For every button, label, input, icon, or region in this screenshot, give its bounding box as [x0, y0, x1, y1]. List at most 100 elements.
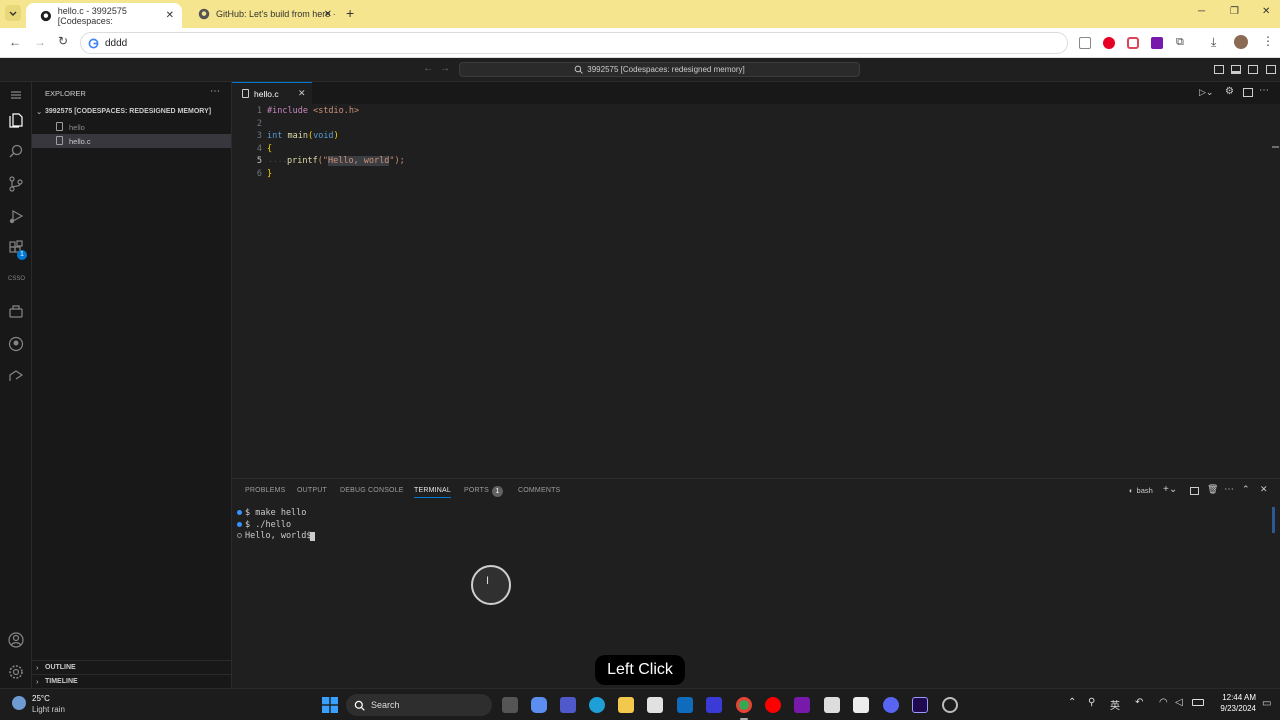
- toggle-panel-icon[interactable]: [1231, 65, 1241, 74]
- tab-search-button[interactable]: [5, 5, 21, 21]
- preprocessor-keyword: #include: [267, 106, 308, 116]
- copilot-icon[interactable]: [531, 697, 547, 713]
- window-close-button[interactable]: ✕: [1262, 6, 1270, 17]
- toggle-secondary-sidebar-icon[interactable]: [1248, 65, 1258, 74]
- extension-icon[interactable]: [1079, 37, 1091, 49]
- edge-icon[interactable]: [589, 697, 605, 713]
- discord-icon[interactable]: [883, 697, 899, 713]
- notification-icon[interactable]: ▭: [1262, 698, 1271, 709]
- workspace-root[interactable]: ⌄ 3992575 [CODESPACES: REDESIGNED MEMORY…: [32, 105, 231, 119]
- close-icon[interactable]: ✕: [324, 9, 332, 20]
- more-actions-icon[interactable]: ⋯: [1224, 484, 1234, 495]
- extensions-puzzle-icon[interactable]: ⧉: [1176, 36, 1184, 49]
- chrome-icon[interactable]: [736, 697, 752, 713]
- minimize-button[interactable]: ─: [1198, 6, 1205, 17]
- new-terminal-button[interactable]: +⌄: [1163, 484, 1177, 495]
- close-icon[interactable]: ✕: [298, 88, 306, 99]
- code-editor[interactable]: 1 2 3 4 5 6 #include <stdio.h> int main(…: [232, 104, 1280, 478]
- avatar[interactable]: [1234, 35, 1248, 49]
- settings-gear-icon[interactable]: [7, 663, 25, 681]
- browser-tab-github[interactable]: GitHub: Let's build from here · ✕: [184, 3, 340, 25]
- split-terminal-icon[interactable]: [1190, 487, 1199, 495]
- browser-tab-codespace[interactable]: hello.c - 3992575 [Codespaces: ✕: [26, 3, 182, 28]
- onenote-icon[interactable]: [1151, 37, 1163, 49]
- more-actions-icon[interactable]: ⋯: [1259, 85, 1269, 96]
- accounts-icon[interactable]: [7, 631, 25, 649]
- trash-icon[interactable]: 🗑: [1207, 484, 1218, 495]
- app-icon[interactable]: [942, 697, 958, 713]
- windows-taskbar: 25°C Light rain Search ⌃ ⚲ 英 ↶ ◠ ◁ 12:44…: [0, 688, 1280, 720]
- outline-section[interactable]: › OUTLINE: [32, 660, 231, 674]
- tab-ports[interactable]: PORTS: [464, 487, 489, 494]
- tab-problems[interactable]: PROBLEMS: [245, 487, 286, 494]
- nav-forward-icon[interactable]: →: [440, 63, 450, 74]
- github-icon[interactable]: [7, 335, 25, 353]
- close-icon[interactable]: ✕: [166, 10, 174, 21]
- line-number: 4: [256, 144, 262, 154]
- settings-gear-icon[interactable]: ⚙: [1225, 86, 1234, 97]
- outlook-icon[interactable]: [677, 697, 693, 713]
- app-icon[interactable]: [853, 697, 869, 713]
- terminal-line[interactable]: Hello, world$: [245, 531, 317, 541]
- explorer-icon[interactable]: [7, 111, 25, 129]
- tab-debug-console[interactable]: DEBUG CONSOLE: [340, 487, 404, 494]
- customize-layout-icon[interactable]: [1266, 65, 1276, 74]
- address-input[interactable]: dddd: [80, 32, 1068, 54]
- tray-overflow-icon[interactable]: ⌃: [1068, 697, 1076, 708]
- forward-icon[interactable]: →: [34, 35, 46, 49]
- editor-tab-hello-c[interactable]: hello.c ✕: [232, 82, 312, 104]
- run-icon[interactable]: ▷⌄: [1199, 87, 1213, 98]
- back-icon[interactable]: ←: [9, 35, 21, 49]
- wifi-icon[interactable]: ◠: [1159, 697, 1168, 708]
- app-icon[interactable]: [824, 697, 840, 713]
- file-item-selected[interactable]: hello.c: [32, 134, 231, 148]
- code-line-6: }: [267, 169, 272, 179]
- toggle-sidebar-icon[interactable]: [1214, 65, 1224, 74]
- after-effects-icon[interactable]: [912, 697, 928, 713]
- youtube-music-icon[interactable]: [765, 697, 781, 713]
- file-item[interactable]: hello: [32, 120, 231, 134]
- battery-icon[interactable]: [1192, 699, 1204, 706]
- reload-icon[interactable]: ↻: [58, 34, 68, 48]
- tab-terminal[interactable]: TERMINAL: [414, 487, 451, 498]
- search-icon[interactable]: [7, 143, 25, 161]
- source-control-icon[interactable]: [7, 175, 25, 193]
- pocket-icon[interactable]: [1127, 37, 1139, 49]
- terminal-scrollbar[interactable]: [1272, 507, 1275, 533]
- maximize-panel-icon[interactable]: ⌃: [1242, 484, 1250, 495]
- run-debug-icon[interactable]: [7, 207, 25, 225]
- tab-output[interactable]: OUTPUT: [297, 487, 327, 494]
- timeline-section[interactable]: › TIMELINE: [32, 674, 231, 688]
- ime-indicator[interactable]: 英: [1110, 697, 1120, 712]
- taskbar-search[interactable]: Search: [346, 694, 492, 716]
- live-share-icon[interactable]: [7, 367, 25, 385]
- text-cursor-icon: I: [486, 575, 490, 587]
- csso-label[interactable]: CSSO: [8, 276, 25, 282]
- download-icon[interactable]: ⤓: [1211, 35, 1216, 50]
- new-tab-button[interactable]: +: [346, 5, 354, 21]
- terminal-shell-selector[interactable]: ◐ bash: [1129, 486, 1153, 495]
- teams-icon[interactable]: [560, 697, 576, 713]
- split-editor-icon[interactable]: [1243, 88, 1253, 97]
- file-explorer-icon[interactable]: [618, 697, 634, 713]
- more-menu-icon[interactable]: ⋮: [1262, 34, 1274, 48]
- clock[interactable]: 12:44 AM 9/23/2024: [1212, 693, 1256, 713]
- task-view-icon[interactable]: [502, 697, 518, 713]
- weather-widget[interactable]: 25°C Light rain: [12, 693, 92, 717]
- onenote-icon[interactable]: [794, 697, 810, 713]
- tray-icon[interactable]: ↶: [1135, 697, 1143, 708]
- nav-back-icon[interactable]: ←: [423, 63, 433, 74]
- volume-icon[interactable]: ◁: [1175, 697, 1183, 708]
- menu-icon[interactable]: [7, 86, 25, 104]
- more-actions-icon[interactable]: ⋯: [210, 86, 220, 97]
- start-button[interactable]: [322, 697, 338, 713]
- command-center[interactable]: 3992575 [Codespaces: redesigned memory]: [459, 62, 860, 77]
- store-icon[interactable]: [647, 697, 663, 713]
- tray-icon[interactable]: ⚲: [1088, 697, 1095, 708]
- remote-explorer-icon[interactable]: [7, 303, 25, 321]
- pinterest-icon[interactable]: [1103, 37, 1115, 49]
- maximize-button[interactable]: ❐: [1230, 6, 1239, 17]
- close-panel-icon[interactable]: ✕: [1260, 484, 1268, 495]
- tab-comments[interactable]: COMMENTS: [518, 487, 560, 494]
- app-icon[interactable]: [706, 697, 722, 713]
